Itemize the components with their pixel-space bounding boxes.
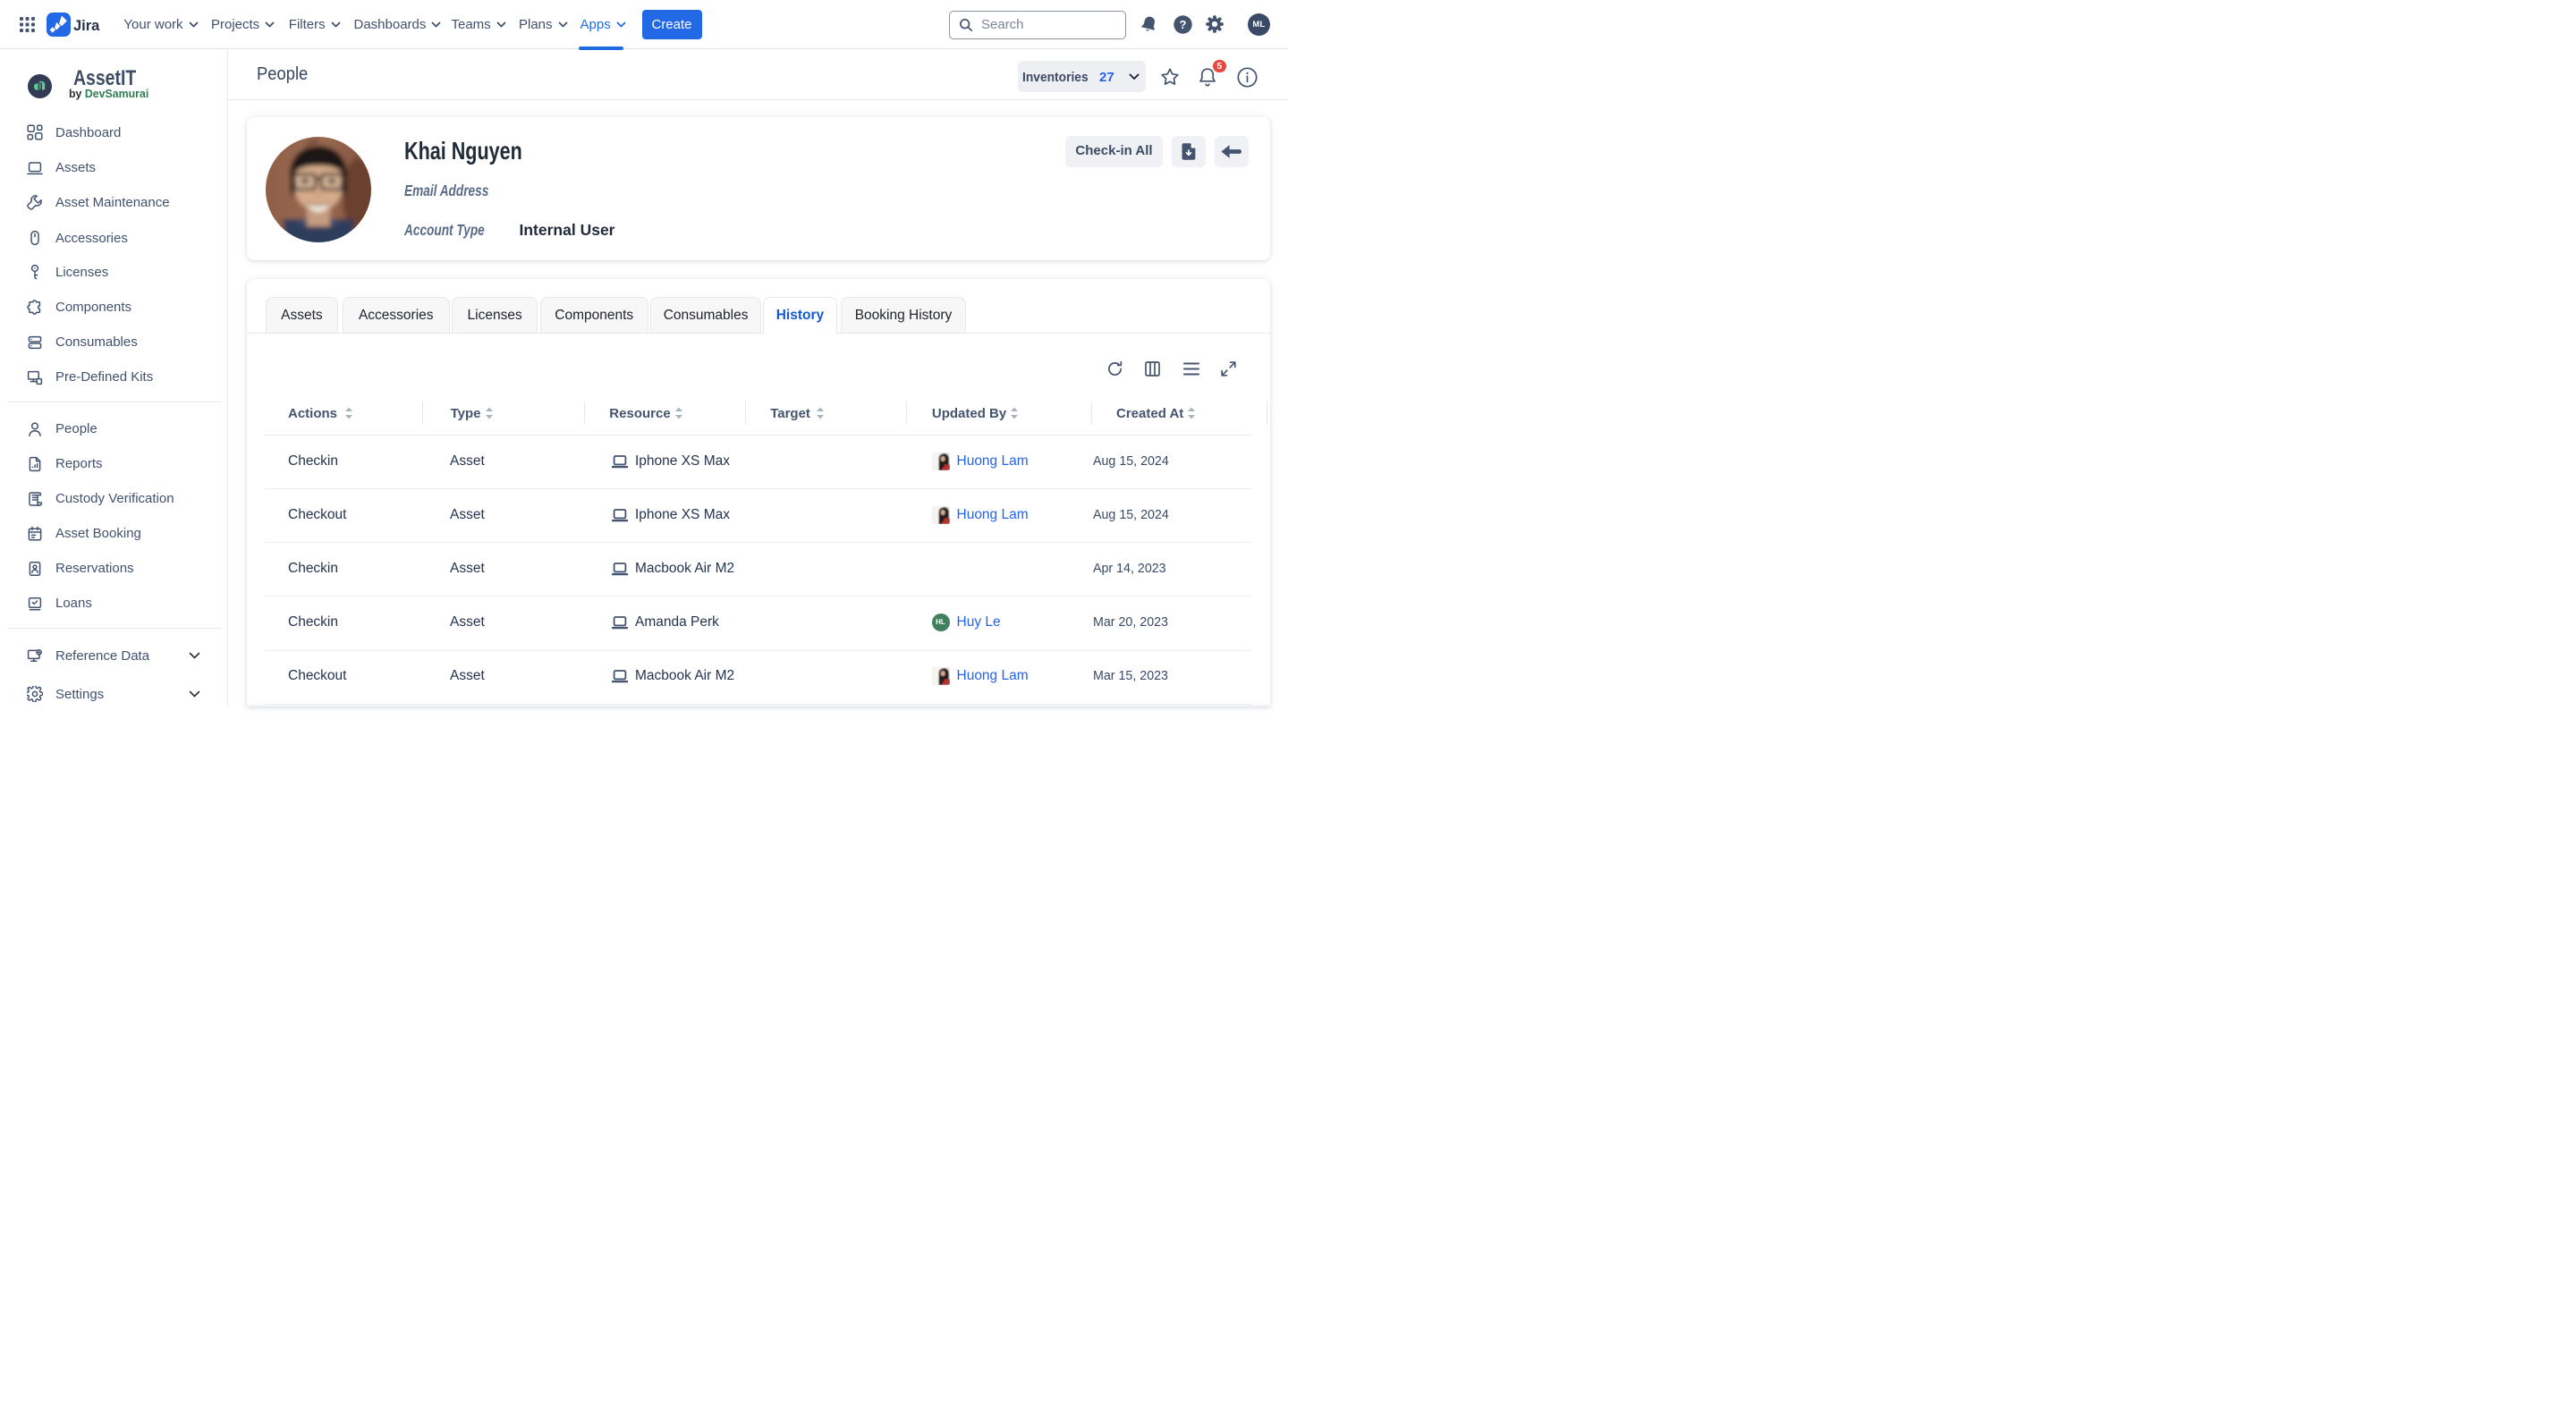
svg-text:?: ? [1179, 18, 1186, 31]
